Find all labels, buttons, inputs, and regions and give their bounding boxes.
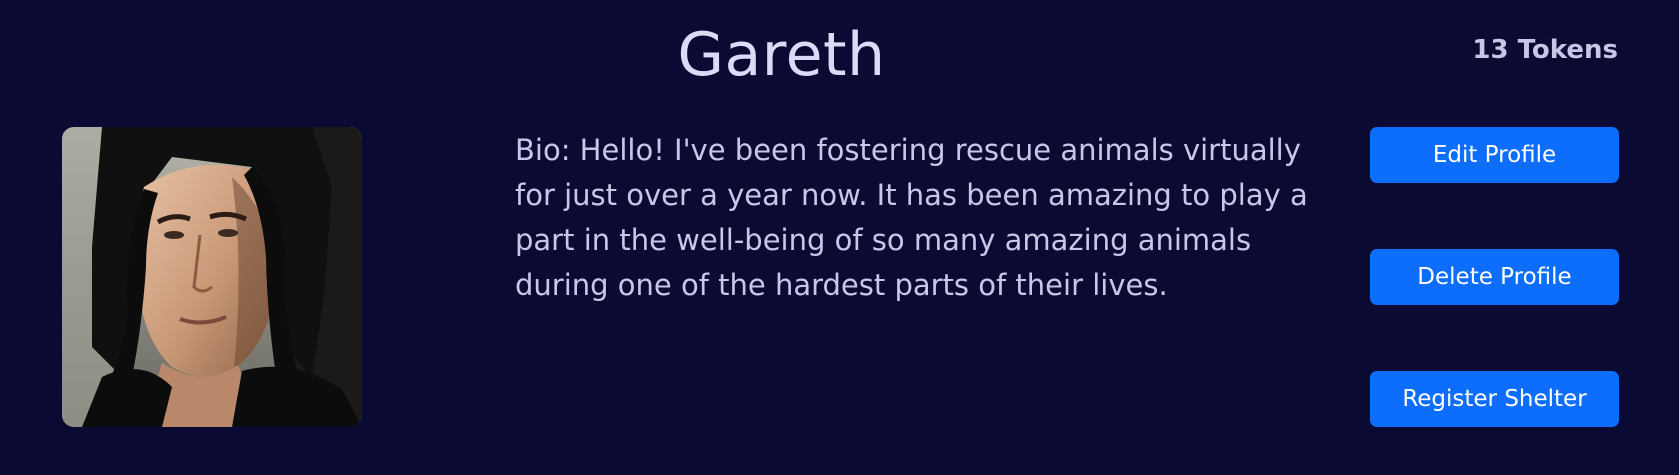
register-shelter-button[interactable]: Register Shelter	[1370, 371, 1619, 427]
profile-name: Gareth	[677, 20, 886, 90]
delete-profile-button[interactable]: Delete Profile	[1370, 249, 1619, 305]
bio-text: Bio: Hello! I've been fostering rescue a…	[515, 133, 1308, 302]
token-count: 13 Tokens	[1472, 35, 1618, 65]
profile-photo	[62, 127, 362, 427]
edit-profile-button[interactable]: Edit Profile	[1370, 127, 1619, 183]
avatar	[62, 127, 362, 427]
